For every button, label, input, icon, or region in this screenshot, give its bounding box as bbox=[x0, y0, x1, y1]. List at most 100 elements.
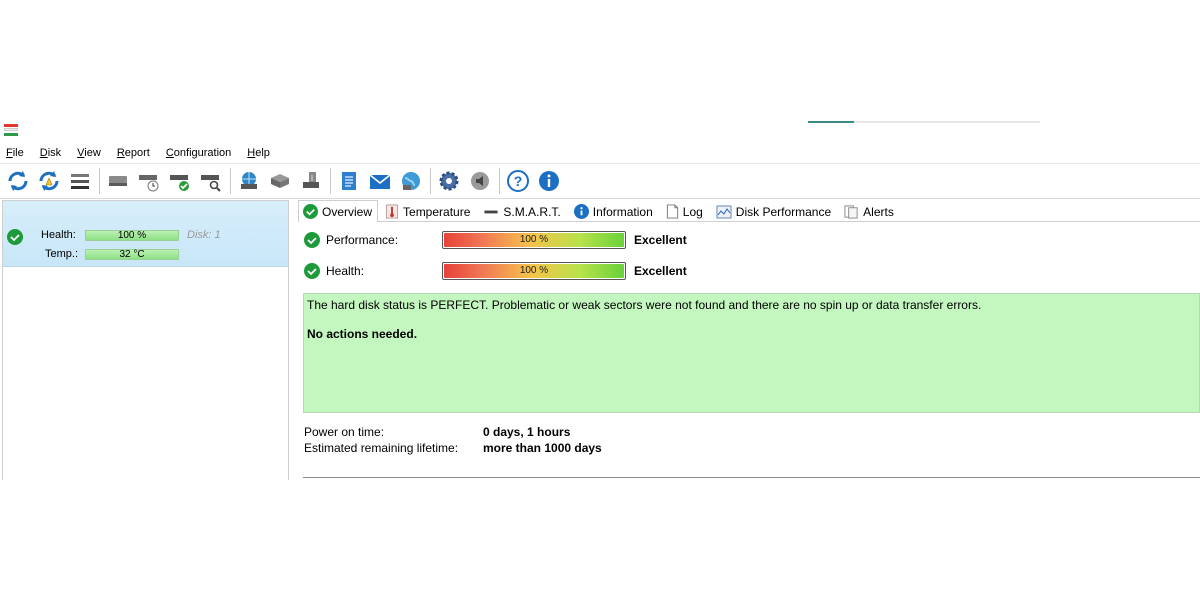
title-bar bbox=[0, 112, 1200, 144]
settings-button[interactable] bbox=[435, 167, 463, 195]
tab-information[interactable]: Information bbox=[569, 201, 659, 221]
sound-button[interactable] bbox=[466, 167, 494, 195]
lifetime-row: Estimated remaining lifetime: more than … bbox=[304, 441, 602, 455]
tab-label: Information bbox=[592, 204, 653, 219]
check-circle-icon bbox=[304, 263, 320, 279]
disk-list-panel: Health: 100 % Disk: 1 Temp.: 32 °C bbox=[2, 200, 289, 480]
performance-gauge: 100 % bbox=[442, 231, 626, 249]
disk-health-label: Health: bbox=[41, 229, 76, 241]
power-on-label: Power on time: bbox=[304, 425, 385, 439]
disk-schedule-button[interactable] bbox=[135, 167, 163, 195]
menu-bar: File Disk View Report Configuration Help bbox=[0, 144, 1200, 162]
globe-icon bbox=[402, 172, 420, 190]
health-rating: Excellent bbox=[634, 264, 687, 278]
tab-overview[interactable]: Overview bbox=[298, 200, 379, 222]
email-icon bbox=[369, 174, 391, 189]
disk-button[interactable] bbox=[104, 167, 132, 195]
notes-button[interactable] bbox=[335, 167, 363, 195]
menu-file[interactable]: File bbox=[6, 147, 24, 159]
lifetime-value: more than 1000 days bbox=[483, 441, 602, 455]
menu-help[interactable]: Help bbox=[247, 147, 270, 159]
disk-schedule-icon bbox=[139, 175, 159, 192]
disk-icon bbox=[109, 176, 127, 186]
network-disk-icon bbox=[241, 172, 257, 189]
disk-card-selected[interactable]: Health: 100 % Disk: 1 Temp.: 32 °C bbox=[3, 201, 288, 267]
hard-disk-sentinel-window: File Disk View Report Configuration Help bbox=[0, 112, 1200, 480]
tab-temperature[interactable]: Temperature bbox=[380, 201, 476, 221]
performance-chart-icon bbox=[716, 205, 732, 219]
disk-search-icon bbox=[201, 175, 221, 192]
tab-label: Disk Performance bbox=[735, 204, 832, 219]
disk-search-button[interactable] bbox=[197, 167, 225, 195]
network-disk-button[interactable] bbox=[235, 167, 263, 195]
refresh-all-button[interactable] bbox=[35, 167, 63, 195]
info-circle-icon bbox=[573, 204, 589, 219]
app-logo-icon bbox=[4, 124, 18, 138]
performance-row: Performance: bbox=[304, 230, 436, 250]
action-message: No actions needed. bbox=[307, 327, 418, 341]
lifetime-label: Estimated remaining lifetime: bbox=[304, 441, 459, 455]
title-progress-strip bbox=[808, 121, 1040, 123]
disk-health-bar: 100 % bbox=[85, 230, 179, 241]
tab-label: S.M.A.R.T. bbox=[503, 204, 561, 219]
toolbar-separator bbox=[99, 168, 100, 194]
health-gauge: 100 % bbox=[442, 262, 626, 280]
toolbar-separator bbox=[330, 168, 331, 194]
help-button[interactable]: ? bbox=[504, 167, 532, 195]
toolbar-separator bbox=[430, 168, 431, 194]
disk-check-icon bbox=[170, 175, 189, 191]
health-value: 100 % bbox=[519, 265, 549, 276]
disk-temp-value: 32 °C bbox=[119, 249, 145, 260]
refresh-icon bbox=[8, 171, 28, 191]
tab-disk-performance[interactable]: Disk Performance bbox=[711, 201, 837, 221]
disk-install-icon bbox=[303, 172, 319, 188]
status-message-box: The hard disk status is PERFECT. Problem… bbox=[303, 293, 1200, 413]
email-button[interactable] bbox=[366, 167, 394, 195]
check-circle-icon bbox=[303, 204, 318, 219]
toolbar-separator bbox=[230, 168, 231, 194]
alerts-icon bbox=[844, 204, 859, 219]
svg-text:?: ? bbox=[514, 173, 523, 189]
disk-temp-label: Temp.: bbox=[45, 248, 79, 260]
performance-label: Performance: bbox=[326, 233, 399, 247]
refresh-button[interactable] bbox=[4, 167, 32, 195]
menu-configuration[interactable]: Configuration bbox=[166, 147, 231, 159]
disk-number-label: Disk: 1 bbox=[187, 229, 221, 241]
tab-label: Log bbox=[682, 204, 703, 219]
tab-log[interactable]: Log bbox=[661, 201, 709, 221]
tab-bar: Overview Temperature S.M.A.R.T. Informat… bbox=[298, 200, 1200, 222]
disk-temp-bar: 32 °C bbox=[85, 249, 179, 260]
disk-install-button[interactable] bbox=[297, 167, 325, 195]
document-icon bbox=[666, 204, 679, 219]
tab-alerts[interactable]: Alerts bbox=[839, 201, 900, 221]
disk-check-button[interactable] bbox=[166, 167, 194, 195]
tab-smart[interactable]: S.M.A.R.T. bbox=[478, 201, 566, 221]
menu-view[interactable]: View bbox=[77, 147, 101, 159]
smart-bar-icon bbox=[483, 204, 499, 219]
performance-gauge-fill: 100 % bbox=[444, 233, 624, 247]
about-button[interactable] bbox=[535, 167, 563, 195]
check-circle-icon bbox=[304, 232, 320, 248]
status-message: The hard disk status is PERFECT. Problem… bbox=[307, 298, 982, 312]
disk-transfer-button[interactable] bbox=[266, 167, 294, 195]
refresh-warning-icon bbox=[39, 171, 59, 191]
web-button[interactable] bbox=[397, 167, 425, 195]
tab-label: Alerts bbox=[863, 204, 894, 219]
menu-disk[interactable]: Disk bbox=[40, 147, 61, 159]
help-icon: ? bbox=[507, 170, 529, 192]
performance-rating: Excellent bbox=[634, 233, 687, 247]
disk-transfer-icon bbox=[271, 174, 289, 188]
tab-label: Temperature bbox=[403, 204, 471, 219]
disk-list-button[interactable] bbox=[66, 167, 94, 195]
tab-label: Overview bbox=[322, 204, 373, 219]
power-on-value: 0 days, 1 hours bbox=[483, 425, 571, 439]
notes-icon bbox=[342, 172, 356, 190]
performance-value: 100 % bbox=[519, 234, 549, 245]
sound-icon bbox=[471, 172, 489, 190]
thermometer-icon bbox=[385, 204, 399, 219]
menu-report[interactable]: Report bbox=[117, 147, 150, 159]
overview-panel: Overview Temperature S.M.A.R.T. Informat… bbox=[292, 200, 1200, 480]
health-label: Health: bbox=[326, 264, 365, 278]
settings-icon bbox=[439, 171, 459, 191]
disk-list-icon bbox=[71, 174, 89, 189]
